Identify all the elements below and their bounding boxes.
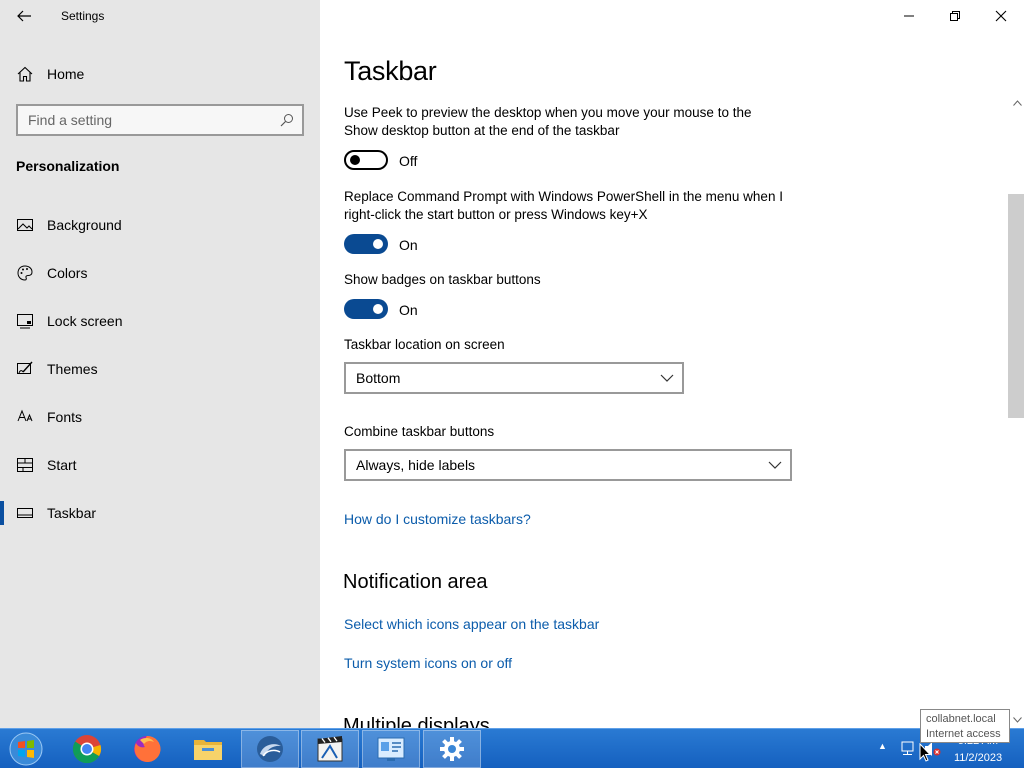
font-icon — [17, 409, 33, 422]
powershell-toggle[interactable] — [344, 234, 388, 254]
brush-icon — [17, 361, 33, 374]
scrollbar-thumb[interactable] — [1008, 194, 1024, 418]
nav-item-label: Background — [47, 217, 122, 233]
settings-gear-icon — [440, 737, 464, 761]
app-title: Settings — [61, 9, 105, 23]
scroll-up-button[interactable] — [1010, 96, 1024, 110]
scroll-down-button[interactable] — [1010, 713, 1024, 727]
nav-item-label: Taskbar — [47, 505, 97, 521]
thunderbird-like-icon — [257, 736, 283, 762]
toggle-knob — [350, 155, 360, 165]
tooltip-line-2: Internet access — [926, 728, 1001, 740]
taskbar-app-6[interactable] — [362, 730, 420, 768]
peek-setting-description: Use Peek to preview the desktop when you… — [344, 105, 752, 138]
badges-setting-description: Show badges on taskbar buttons — [344, 272, 541, 287]
select-icons-link[interactable]: Select which icons appear on the taskbar — [344, 616, 599, 632]
network-icon[interactable] — [900, 741, 918, 757]
nav-item-label: Themes — [47, 361, 98, 377]
taskbar-file-explorer[interactable] — [179, 730, 237, 768]
nav-home[interactable]: Home — [0, 58, 320, 90]
nav-item-background[interactable]: Background — [0, 205, 320, 245]
page-title: Taskbar — [344, 56, 437, 86]
nav-item-fonts[interactable]: Fonts — [0, 397, 320, 437]
combine-buttons-value: Always, hide labels — [356, 457, 476, 473]
taskbar-app-5[interactable] — [301, 730, 359, 768]
taskbar-location-value: Bottom — [356, 370, 401, 386]
network-tooltip: collabnet.local Internet access — [920, 709, 1010, 743]
taskbar-icon — [17, 508, 33, 518]
find-setting-input[interactable]: Find a setting — [16, 104, 304, 136]
taskbar-app-4[interactable] — [241, 730, 299, 768]
palette-icon — [17, 265, 33, 281]
peek-toggle-state: Off — [399, 153, 418, 169]
combine-buttons-dropdown[interactable]: Always, hide labels — [344, 449, 792, 481]
badges-toggle-state: On — [399, 302, 418, 318]
taskbar-chrome[interactable] — [58, 730, 116, 768]
chevron-down-icon — [1012, 717, 1022, 723]
file-explorer-icon — [194, 740, 222, 760]
nav-item-lock-screen[interactable]: Lock screen — [0, 301, 320, 341]
firefox-icon — [134, 735, 161, 762]
nav-home-label: Home — [47, 66, 85, 82]
notification-area-heading: Notification area — [343, 571, 488, 593]
minimize-button[interactable] — [886, 0, 932, 32]
taskbar-location-label: Taskbar location on screen — [344, 337, 505, 352]
control-panel-icon — [377, 737, 405, 761]
start-button[interactable] — [6, 731, 46, 767]
taskbar-settings[interactable] — [423, 730, 481, 768]
taskbar: ▲ 5:22 AM 11/2/2023 — [0, 728, 1024, 768]
chrome-icon — [72, 735, 102, 764]
media-player-icon — [317, 736, 343, 762]
nav-item-start[interactable]: Start — [0, 445, 320, 485]
multiple-displays-heading: Multiple displays — [343, 715, 490, 728]
close-button[interactable] — [978, 0, 1024, 32]
tooltip-line-1: collabnet.local — [926, 713, 996, 725]
nav-item-themes[interactable]: Themes — [0, 349, 320, 389]
nav-item-label: Lock screen — [47, 313, 123, 329]
chevron-down-icon — [768, 461, 782, 469]
back-arrow-icon — [17, 10, 31, 22]
close-icon — [995, 10, 1007, 22]
settings-nav-pane: Settings Home Find a setting Personaliza… — [0, 0, 320, 728]
windows-orb-icon — [9, 732, 43, 766]
nav-item-taskbar[interactable]: Taskbar — [0, 493, 320, 533]
customize-taskbars-link[interactable]: How do I customize taskbars? — [344, 511, 531, 527]
show-hidden-icons-button[interactable]: ▲ — [878, 741, 890, 755]
search-icon — [280, 114, 293, 127]
nav-item-colors[interactable]: Colors — [0, 253, 320, 293]
start-tiles-icon — [17, 458, 33, 472]
toggle-knob — [373, 239, 383, 249]
taskbar-location-dropdown[interactable]: Bottom — [344, 362, 684, 394]
minimize-icon — [904, 15, 914, 17]
clock-date: 11/2/2023 — [953, 752, 1003, 764]
picture-icon — [17, 219, 33, 231]
lock-screen-icon — [17, 314, 33, 329]
powershell-toggle-state: On — [399, 237, 418, 253]
restore-icon — [950, 11, 960, 21]
back-button[interactable] — [12, 4, 36, 28]
system-icons-link[interactable]: Turn system icons on or off — [344, 655, 512, 671]
peek-toggle[interactable] — [344, 150, 388, 170]
chevron-down-icon — [660, 374, 674, 382]
nav-item-label: Start — [47, 457, 77, 473]
home-icon — [17, 66, 33, 82]
nav-section-title: Personalization — [16, 158, 120, 174]
powershell-setting-description: Replace Command Prompt with Windows Powe… — [344, 189, 783, 222]
chevron-up-icon — [1012, 100, 1022, 106]
nav-item-label: Colors — [47, 265, 88, 281]
search-placeholder: Find a setting — [28, 112, 113, 128]
taskbar-firefox[interactable] — [118, 730, 176, 768]
restore-button[interactable] — [932, 0, 978, 32]
mouse-cursor-icon — [919, 743, 931, 762]
combine-buttons-label: Combine taskbar buttons — [344, 424, 495, 439]
badges-toggle[interactable] — [344, 299, 388, 319]
nav-item-label: Fonts — [47, 409, 83, 425]
toggle-knob — [373, 304, 383, 314]
